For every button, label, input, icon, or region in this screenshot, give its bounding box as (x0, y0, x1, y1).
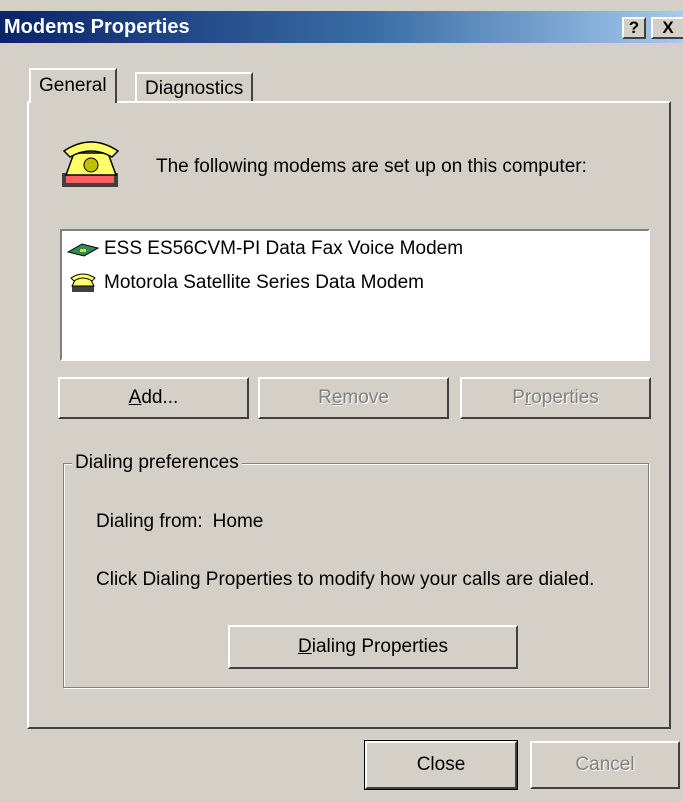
title-bar: Modems Properties ? X (0, 11, 683, 43)
list-item[interactable]: ESS ES56CVM-PI Data Fax Voice Modem (66, 235, 463, 263)
list-item[interactable]: Motorola Satellite Series Data Modem (66, 269, 424, 297)
dialing-from-value: Home (212, 511, 264, 532)
dialing-properties-button[interactable]: Dialing Properties (228, 625, 518, 669)
close-window-button[interactable]: X (651, 17, 683, 39)
phone-modem-icon (70, 273, 96, 292)
modem-name: ESS ES56CVM-PI Data Fax Voice Modem (104, 238, 464, 259)
close-button[interactable]: Close (364, 740, 518, 790)
properties-button[interactable]: Properties (460, 377, 651, 419)
modem-list[interactable]: ESS ES56CVM-PI Data Fax Voice Modem Moto… (60, 229, 650, 361)
dialing-from: Dialing from: Home (96, 511, 263, 533)
window-title: Modems Properties (4, 16, 190, 38)
modem-name: Motorola Satellite Series Data Modem (104, 272, 424, 293)
add-button[interactable]: Add... (58, 377, 249, 419)
remove-button[interactable]: Remove (258, 377, 449, 419)
tab-general[interactable]: General (29, 68, 117, 103)
dialing-info-text: Click Dialing Properties to modify how y… (96, 569, 595, 590)
dialing-from-label: Dialing from: (96, 511, 203, 532)
help-button[interactable]: ? (622, 17, 646, 39)
tab-diagnostics[interactable]: Diagnostics (135, 72, 254, 102)
telephone-icon (62, 141, 120, 187)
cancel-button[interactable]: Cancel (530, 741, 680, 789)
modem-card-icon (66, 243, 100, 257)
dialing-preferences-legend: Dialing preferences (72, 452, 242, 474)
intro-text: The following modems are set up on this … (156, 156, 587, 177)
